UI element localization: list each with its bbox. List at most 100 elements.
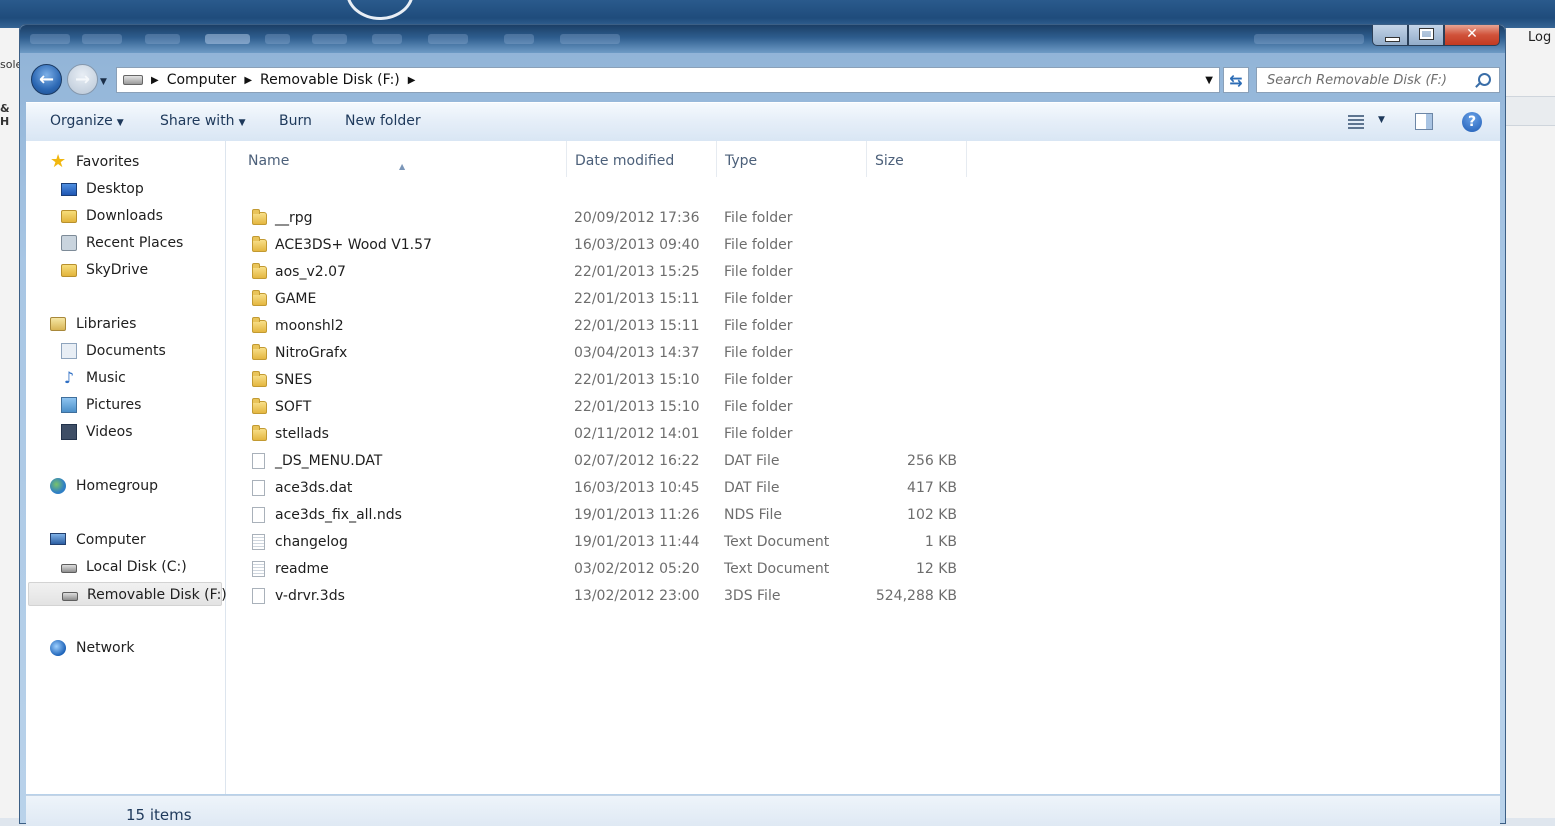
forward-arrow-icon: → [74, 69, 91, 90]
folder-icon [252, 263, 267, 279]
column-header-date-modified[interactable]: Date modified [566, 141, 716, 177]
close-icon: ✕ [1466, 26, 1478, 42]
file-type: Text Document [724, 534, 830, 550]
file-row[interactable]: ace3ds.dat 16/03/2013 10:45 DAT File 417 KB [226, 475, 976, 502]
breadcrumb-separator-icon[interactable]: ▶ [408, 75, 416, 86]
minimize-button[interactable] [1372, 25, 1408, 46]
nav-recent-places-label: Recent Places [86, 235, 184, 251]
folder-icon [252, 236, 267, 252]
content-area: ★ Favorites Desktop Downloads Recent Plac… [26, 141, 1500, 794]
nav-desktop-label: Desktop [86, 181, 144, 197]
file-name: __rpg [275, 210, 313, 226]
file-date-modified: 13/02/2012 23:00 [574, 588, 700, 604]
file-row[interactable]: SOFT 22/01/2013 15:10 File folder [226, 394, 976, 421]
nav-documents-label: Documents [86, 343, 166, 359]
command-bar: Organize ▼ Share with ▼ Burn New folder ▼ … [26, 102, 1500, 142]
address-history-dropdown[interactable]: ▼ [1205, 75, 1213, 86]
file-name: NitroGrafx [275, 345, 348, 361]
folder-icon [252, 398, 267, 414]
background-strip [1505, 96, 1555, 126]
file-type: File folder [724, 372, 793, 388]
file-name: ace3ds.dat [275, 480, 353, 496]
background-log-link[interactable]: Log [1528, 30, 1551, 45]
favorites-star-icon: ★ [50, 151, 67, 172]
file-date-modified: 02/11/2012 14:01 [574, 426, 700, 442]
music-note-icon: ♪ [63, 368, 75, 387]
title-bar[interactable]: ✕ [20, 25, 1505, 53]
close-button[interactable]: ✕ [1444, 25, 1500, 46]
burn-button[interactable]: Burn [279, 113, 312, 129]
view-options-dropdown[interactable]: ▼ [1378, 115, 1385, 125]
address-bar[interactable]: ▶ Computer ▶ Removable Disk (F:) ▶ ▼ [116, 67, 1220, 93]
share-with-menu-button[interactable]: Share with ▼ [160, 113, 245, 129]
file-type: File folder [724, 210, 793, 226]
help-icon[interactable]: ? [1462, 112, 1482, 132]
removable-drive-icon [123, 75, 143, 85]
file-name: ACE3DS+ Wood V1.57 [275, 237, 432, 253]
file-date-modified: 19/01/2013 11:44 [574, 534, 700, 550]
chevron-down-icon: ▼ [116, 118, 124, 128]
file-icon [252, 588, 265, 604]
breadcrumb-computer[interactable]: Computer [167, 72, 237, 88]
blurred-tab [265, 34, 290, 44]
desktop-icon [61, 183, 77, 196]
file-date-modified: 22/01/2013 15:10 [574, 372, 700, 388]
file-row[interactable]: v-drvr.3ds 13/02/2012 23:00 3DS File 524,28… [226, 583, 976, 610]
maximize-button[interactable] [1408, 25, 1444, 46]
column-header-name[interactable]: Name [226, 141, 566, 177]
file-row[interactable]: ACE3DS+ Wood V1.57 16/03/2013 09:40 File f… [226, 232, 976, 259]
column-header-type[interactable]: Type [716, 141, 866, 177]
file-name: _DS_MENU.DAT [275, 453, 383, 469]
nav-computer-label: Computer [76, 532, 146, 548]
blurred-tab [312, 34, 347, 44]
file-row[interactable]: moonshl2 22/01/2013 15:11 File folder [226, 313, 976, 340]
breadcrumb-separator-icon[interactable]: ▶ [244, 75, 252, 86]
homegroup-icon [50, 478, 66, 494]
search-input[interactable] [1257, 68, 1477, 92]
file-name: SNES [275, 372, 313, 388]
file-name: stellads [275, 426, 329, 442]
file-row[interactable]: aos_v2.07 22/01/2013 15:25 File folder [226, 259, 976, 286]
file-row[interactable]: ace3ds_fix_all.nds 19/01/2013 11:26 NDS Fi… [226, 502, 976, 529]
blurred-tab [504, 34, 534, 44]
file-row[interactable]: readme 03/02/2012 05:20 Text Document 12 KB [226, 556, 976, 583]
file-name: changelog [275, 534, 348, 550]
recent-pages-dropdown[interactable]: ▼ [100, 77, 107, 87]
breadcrumb-separator-icon[interactable]: ▶ [151, 75, 159, 86]
nav-removable-disk-label: Removable Disk (F:) [87, 587, 227, 603]
new-folder-button[interactable]: New folder [345, 113, 421, 129]
file-row[interactable]: __rpg 20/09/2012 17:36 File folder [226, 205, 976, 232]
organize-menu-button[interactable]: Organize ▼ [50, 113, 124, 129]
file-date-modified: 16/03/2013 09:40 [574, 237, 700, 253]
back-button[interactable]: ← [31, 64, 62, 95]
blurred-tab [82, 34, 122, 44]
file-row[interactable]: _DS_MENU.DAT 02/07/2012 16:22 DAT File 256 … [226, 448, 976, 475]
file-icon [252, 453, 265, 469]
folder-icon [252, 371, 267, 387]
search-icon[interactable] [1478, 73, 1491, 86]
file-type: File folder [724, 345, 793, 361]
file-date-modified: 22/01/2013 15:11 [574, 318, 700, 334]
file-row[interactable]: SNES 22/01/2013 15:10 File folder [226, 367, 976, 394]
file-name: ace3ds_fix_all.nds [275, 507, 402, 523]
background-window-right [1505, 28, 1555, 818]
forward-button[interactable]: → [67, 64, 98, 95]
text-file-icon [252, 534, 265, 550]
status-bar: 15 items [26, 795, 1500, 826]
file-row[interactable]: changelog 19/01/2013 11:44 Text Document 1 … [226, 529, 976, 556]
nav-removable-disk[interactable]: Removable Disk (F:) [28, 582, 227, 606]
file-name: aos_v2.07 [275, 264, 346, 280]
breadcrumb-removable-disk[interactable]: Removable Disk (F:) [260, 72, 400, 88]
change-view-icon[interactable] [1348, 115, 1364, 129]
preview-pane-icon[interactable] [1415, 113, 1433, 130]
file-row[interactable]: stellads 02/11/2012 14:01 File folder [226, 421, 976, 448]
file-date-modified: 02/07/2012 16:22 [574, 453, 700, 469]
file-row[interactable]: NitroGrafx 03/04/2013 14:37 File folder [226, 340, 976, 367]
file-icon [252, 480, 265, 496]
nav-downloads-label: Downloads [86, 208, 163, 224]
file-row[interactable]: GAME 22/01/2013 15:11 File folder [226, 286, 976, 313]
file-name: GAME [275, 291, 317, 307]
search-box[interactable] [1256, 67, 1500, 93]
column-header-size[interactable]: Size [866, 141, 967, 177]
refresh-button[interactable]: ⇆ [1223, 67, 1249, 93]
